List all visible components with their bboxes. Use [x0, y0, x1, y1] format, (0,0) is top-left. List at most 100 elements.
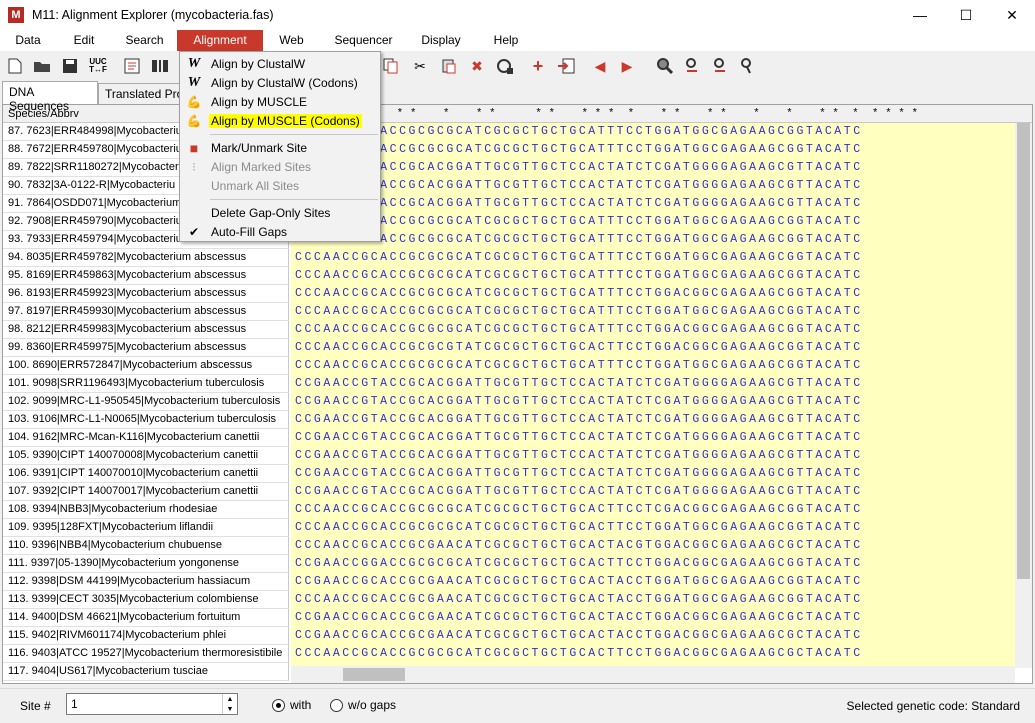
menu-search[interactable]: Search [112, 30, 177, 51]
sequence-data[interactable]: CCGAACCGTACCGCACGGATTGCGTTGCTCCACTATCTCG… [291, 465, 1015, 483]
radio-checked-icon[interactable] [272, 698, 285, 712]
with-gaps-radio[interactable]: with [272, 698, 311, 712]
import-icon[interactable] [556, 56, 576, 76]
table-row[interactable]: 116. 9403|ATCC 19527|Mycobacterium therm… [3, 645, 1015, 663]
uuc-toggle-icon[interactable]: UUC T↔F [88, 56, 108, 76]
menu-data[interactable]: Data [0, 30, 56, 51]
table-row[interactable]: 100. 8690|ERR572847|Mycobacterium absces… [3, 357, 1015, 375]
table-row[interactable]: 107. 9392|CIPT 140070017|Mycobacterium c… [3, 483, 1015, 501]
sequence-data[interactable]: CCCAACCGCACCGCGCGCATCGCGCTGCTGCATTTCCTGG… [291, 285, 1015, 303]
table-row[interactable]: 90. 7832|3A-0122-R|Mycobacteriu CCGAACCGT… [3, 177, 1015, 195]
sequence-data[interactable]: CCGAACCGTACCGCACGGATTGCGTTGCTCCACTATCTCG… [291, 393, 1015, 411]
sequence-data[interactable]: CCGAACCGCACCGCGAACATCGCGCTGCTGCACTACCTGG… [291, 609, 1015, 627]
vertical-scrollbar[interactable] [1015, 123, 1032, 668]
menu-display[interactable]: Display [407, 30, 475, 51]
site-number-input[interactable]: 1 [66, 693, 238, 715]
sequence-data[interactable]: CCCAACCGCACCGCGCGCATCGCGCTGCTGCATTTCCTGG… [291, 141, 1015, 159]
sequence-label[interactable]: 115. 9402|RIVM601174|Mycobacterium phlei [3, 627, 289, 645]
sequence-data[interactable]: CCCAACCGCACCGCGCGCATCGCGCTGCTGCATTTCCTGG… [291, 267, 1015, 285]
table-row[interactable]: 97. 8197|ERR459930|Mycobacterium abscess… [3, 303, 1015, 321]
sequence-label[interactable]: 100. 8690|ERR572847|Mycobacterium absces… [3, 357, 289, 375]
table-row[interactable]: 106. 9391|CIPT 140070010|Mycobacterium c… [3, 465, 1015, 483]
menu-item-align-marked-sites[interactable]: ⁝ Align Marked Sites [180, 157, 380, 176]
add-icon[interactable]: + [528, 56, 548, 76]
sequence-data[interactable]: CCCAACCGCACCGCGCGCATCGCGCTGCTGCATTTCCTGG… [291, 213, 1015, 231]
next-icon[interactable]: ▶ [617, 56, 637, 76]
horizontal-scrollbar[interactable] [291, 666, 1015, 683]
menu-edit[interactable]: Edit [56, 30, 112, 51]
cut-icon[interactable]: ✂ [410, 56, 430, 76]
table-row[interactable]: 104. 9162|MRC-Mcan-K116|Mycobacterium ca… [3, 429, 1015, 447]
sequence-data[interactable]: CCGAACCGTACCGCACGGATTGCGTTGCTCCACTATCTCG… [291, 375, 1015, 393]
sequence-data[interactable]: CCGAACCGTACCGCACGGATTGCGTTGCTCCACTATCTCG… [291, 447, 1015, 465]
sequence-label[interactable]: 102. 9099|MRC-L1-950545|Mycobacterium tu… [3, 393, 289, 411]
sequence-label[interactable]: 107. 9392|CIPT 140070017|Mycobacterium c… [3, 483, 289, 501]
save-icon[interactable] [60, 56, 80, 76]
prev-icon[interactable]: ◀ [590, 56, 610, 76]
table-row[interactable]: 114. 9400|DSM 46621|Mycobacterium fortui… [3, 609, 1015, 627]
sequence-data[interactable]: CCCAACCGCACCGCGCGCATCGCGCTGCTGCATTTCCTGG… [291, 303, 1015, 321]
sequence-data[interactable]: CCGAACCGTACCGCACGGATTGCGTTGCTCCACTATCTCG… [291, 429, 1015, 447]
new-file-icon[interactable] [5, 56, 25, 76]
copy-icon[interactable] [381, 56, 401, 76]
table-row[interactable]: 109. 9395|128FXT|Mycobacterium liflandii… [3, 519, 1015, 537]
radio-unchecked-icon[interactable] [330, 698, 343, 712]
menu-item-unmark-all-sites[interactable]: Unmark All Sites [180, 176, 380, 195]
sequence-label[interactable]: 98. 8212|ERR459983|Mycobacterium abscess… [3, 321, 289, 339]
sequence-label[interactable]: 104. 9162|MRC-Mcan-K116|Mycobacterium ca… [3, 429, 289, 447]
sequence-data[interactable]: CCCAACCGCACCGCGCGCATCGCGCTGCTGCATTTCCTGG… [291, 357, 1015, 375]
find-prev-icon[interactable] [682, 56, 702, 76]
sequence-label[interactable]: 97. 8197|ERR459930|Mycobacterium abscess… [3, 303, 289, 321]
table-row[interactable]: 115. 9402|RIVM601174|Mycobacterium phlei… [3, 627, 1015, 645]
sequence-data[interactable]: CCGAACCGTACCGCACGGATTGCGTTGCTCCACTATCTCG… [291, 177, 1015, 195]
table-row[interactable]: 113. 9399|CECT 3035|Mycobacterium colomb… [3, 591, 1015, 609]
sequence-label[interactable]: 113. 9399|CECT 3035|Mycobacterium colomb… [3, 591, 289, 609]
table-row[interactable]: 98. 8212|ERR459983|Mycobacterium abscess… [3, 321, 1015, 339]
sequence-data[interactable]: CCCAACCGCACCGCGCGCATCGCGCTGCTGCATTTCCTGG… [291, 123, 1015, 141]
menu-item-delete-gap-only-sites[interactable]: Delete Gap-Only Sites [180, 203, 380, 222]
menu-item-auto-fill-gaps[interactable]: ✔ Auto-Fill Gaps [180, 222, 380, 241]
sequence-label[interactable]: 110. 9396|NBB4|Mycobacterium chubuense [3, 537, 289, 555]
sequence-data[interactable]: CCCAACCGCACCGCGCGCATCGCGCTGCTGCACTTCCTCG… [291, 501, 1015, 519]
sequence-label[interactable]: 103. 9106|MRC-L1-N0065|Mycobacterium tub… [3, 411, 289, 429]
table-row[interactable]: 102. 9099|MRC-L1-950545|Mycobacterium tu… [3, 393, 1015, 411]
sequence-data[interactable]: CCGAACCGTACCGCACGGATTGCGTTGCTCCACTATCTCG… [291, 159, 1015, 177]
sequence-data[interactable]: CCCAACCGCACCGCGCGTATCGCGCTGCTGCACTTCCTGG… [291, 339, 1015, 357]
table-row[interactable]: 105. 9390|CIPT 140070008|Mycobacterium c… [3, 447, 1015, 465]
table-row[interactable]: 101. 9098|SRR1196493|Mycobacterium tuber… [3, 375, 1015, 393]
open-folder-icon[interactable] [32, 56, 52, 76]
table-row[interactable]: 95. 8169|ERR459863|Mycobacterium abscess… [3, 267, 1015, 285]
sequence-data[interactable]: CCGAACCGTACCGCACGGATTGCGTTGCTCCACTATCTCG… [291, 483, 1015, 501]
menu-item-align-by-muscle-codons[interactable]: 💪 Align by MUSCLE (Codons) [180, 111, 380, 130]
menu-item-align-by-clustalw[interactable]: W Align by ClustalW [180, 54, 380, 73]
sequence-label[interactable]: 114. 9400|DSM 46621|Mycobacterium fortui… [3, 609, 289, 627]
paste-icon[interactable] [439, 56, 459, 76]
sequence-data[interactable]: CCCAACCGCACCGCGCGCATCGCGCTGCTGCATTTCCTGG… [291, 231, 1015, 249]
sequence-label[interactable]: 95. 8169|ERR459863|Mycobacterium abscess… [3, 267, 289, 285]
sequence-data[interactable]: CCCAACCGCACCGCGCGCATCGCGCTGCTGCACTTCCTGG… [291, 519, 1015, 537]
without-gaps-radio[interactable]: w/o gaps [330, 698, 396, 712]
sequence-data[interactable]: CCCAACCGCACCGCGAACATCGCGCTGCTGCACTACGTGG… [291, 537, 1015, 555]
table-row[interactable]: 96. 8193|ERR459923|Mycobacterium abscess… [3, 285, 1015, 303]
site-spinner[interactable]: ▲ ▼ [222, 694, 237, 714]
menu-item-align-by-muscle[interactable]: 💪 Align by MUSCLE [180, 92, 380, 111]
sequence-label[interactable]: 94. 8035|ERR459782|Mycobacterium abscess… [3, 249, 289, 267]
columns-icon[interactable] [150, 56, 170, 76]
sequence-label[interactable]: 112. 9398|DSM 44199|Mycobacterium hassia… [3, 573, 289, 591]
find-marked-icon[interactable] [737, 56, 757, 76]
menu-item-mark-unmark-site[interactable]: ■ Mark/Unmark Site [180, 138, 380, 157]
minimize-button[interactable]: — [897, 0, 943, 30]
table-row[interactable]: 94. 8035|ERR459782|Mycobacterium abscess… [3, 249, 1015, 267]
menu-help[interactable]: Help [475, 30, 537, 51]
close-button[interactable]: ✕ [989, 0, 1035, 30]
spin-up-icon[interactable]: ▲ [227, 696, 234, 703]
sequence-data[interactable]: CCCAACCGCACCGCGCGCATCGCGCTGCTGCACTTCCTGG… [291, 645, 1015, 663]
sequence-label[interactable]: 101. 9098|SRR1196493|Mycobacterium tuber… [3, 375, 289, 393]
sequence-label[interactable]: 111. 9397|05-1390|Mycobacterium yongonen… [3, 555, 289, 573]
table-row[interactable]: 110. 9396|NBB4|Mycobacterium chubuense CC… [3, 537, 1015, 555]
menu-sequencer[interactable]: Sequencer [320, 30, 407, 51]
table-row[interactable]: 89. 7822|SRR1180272|Mycobacteri CCGAACCGT… [3, 159, 1015, 177]
table-row[interactable]: 112. 9398|DSM 44199|Mycobacterium hassia… [3, 573, 1015, 591]
table-row[interactable]: 111. 9397|05-1390|Mycobacterium yongonen… [3, 555, 1015, 573]
sequence-label[interactable]: 96. 8193|ERR459923|Mycobacterium abscess… [3, 285, 289, 303]
